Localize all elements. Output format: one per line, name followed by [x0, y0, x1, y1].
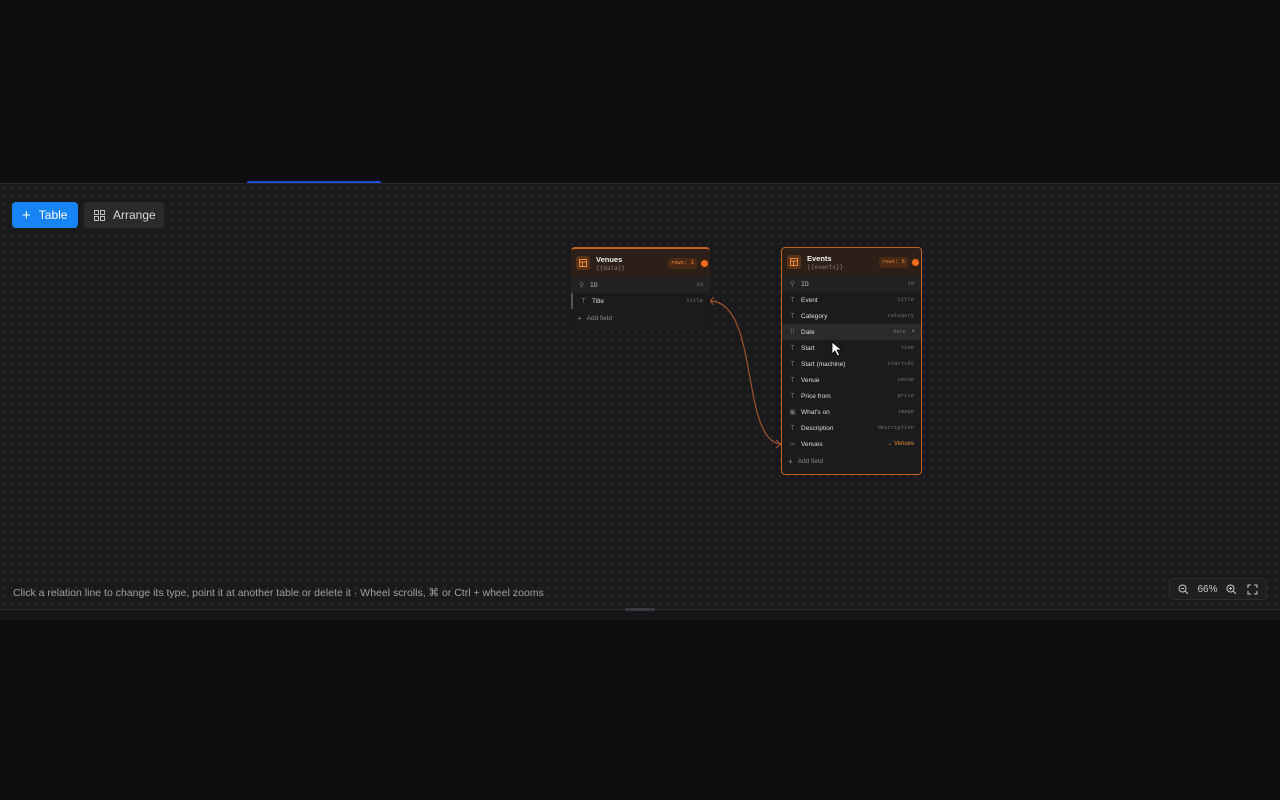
- fit-view-button[interactable]: [1245, 582, 1259, 596]
- grid-icon: [94, 209, 105, 221]
- bottom-panel: [0, 608, 1280, 800]
- field-row-venues-relation[interactable]: ∞ Venues → Venues: [782, 436, 921, 452]
- field-key: image: [897, 409, 914, 415]
- relation-icon: ∞: [790, 440, 795, 448]
- arrange-button[interactable]: Arrange: [84, 202, 164, 228]
- table-title: Events: [807, 253, 832, 263]
- image-icon: ▣: [789, 409, 796, 416]
- field-row-description[interactable]: T Description description: [782, 420, 921, 436]
- zoom-out-button[interactable]: [1176, 582, 1190, 596]
- add-field-label: Add field: [586, 314, 612, 322]
- field-row-category[interactable]: T Category category: [782, 308, 921, 324]
- field-name: What's on: [801, 408, 830, 416]
- field-key: time: [900, 345, 914, 351]
- text-icon: T: [790, 424, 795, 432]
- resize-handle[interactable]: [625, 608, 655, 611]
- zoom-level: 66%: [1197, 583, 1218, 595]
- connection-handle[interactable]: [701, 260, 708, 267]
- table-header[interactable]: Venues {{data}} rows: 1: [571, 249, 710, 277]
- fullscreen-icon: [1247, 584, 1258, 594]
- field-key: title: [897, 297, 914, 303]
- field-row-id[interactable]: ⚲ ID id: [782, 276, 921, 292]
- mouse-pointer-icon: [831, 341, 843, 357]
- text-icon: T: [790, 376, 795, 384]
- top-empty-area: [0, 0, 1280, 182]
- field-name: Description: [801, 424, 834, 432]
- table-title: Venues: [596, 254, 623, 264]
- field-name: Title: [592, 297, 605, 305]
- zoom-in-button[interactable]: [1224, 582, 1238, 596]
- field-key: id: [696, 282, 703, 288]
- connection-handle[interactable]: [912, 259, 919, 266]
- field-key: date: [892, 329, 906, 335]
- field-key: startsAt: [887, 361, 915, 367]
- key-icon: ⚲: [578, 282, 585, 289]
- field-key: price: [897, 393, 914, 399]
- field-name: Event: [801, 296, 818, 304]
- text-icon: T: [790, 360, 795, 368]
- field-name: Venues: [801, 440, 823, 448]
- field-row-event[interactable]: T Event title: [782, 292, 921, 308]
- text-icon: T: [790, 312, 795, 320]
- table-source: {{data}}: [596, 264, 625, 272]
- rows-badge: rows: 1: [667, 258, 697, 269]
- schema-canvas[interactable]: + Table Arrange Venues {{data}} rows: 1: [0, 183, 1280, 609]
- field-row-start[interactable]: T Start time: [782, 340, 921, 356]
- add-field-button[interactable]: + Add field: [782, 452, 921, 470]
- field-row-venue[interactable]: T Venue venue: [782, 372, 921, 388]
- rows-badge: rows: 6: [878, 257, 908, 268]
- field-row-price-from[interactable]: T Price from price: [782, 388, 921, 404]
- field-key: venue: [897, 377, 914, 383]
- field-key: category: [887, 313, 915, 319]
- panel-divider: [0, 610, 1280, 620]
- relation-end-marker: [709, 296, 715, 306]
- field-name: Date: [801, 328, 815, 336]
- field-row-title[interactable]: T Title title: [571, 293, 710, 309]
- field-row-date[interactable]: ⠿ Date date ×: [782, 324, 921, 340]
- relation-target[interactable]: → Venues: [886, 441, 914, 447]
- table-card-events[interactable]: Events {{events}} rows: 6 ⚲ ID id T Even…: [781, 247, 922, 475]
- zoom-in-icon: [1226, 584, 1237, 594]
- field-name: ID: [801, 280, 809, 288]
- field-row-id[interactable]: ⚲ ID id: [571, 277, 710, 293]
- add-table-button[interactable]: + Table: [12, 202, 78, 228]
- add-field-label: Add field: [797, 457, 823, 465]
- arrange-label: Arrange: [113, 208, 156, 222]
- field-name: Start: [801, 344, 815, 352]
- add-table-label: Table: [38, 208, 68, 222]
- key-icon: ⚲: [789, 281, 796, 288]
- plus-icon: +: [577, 313, 582, 323]
- field-key: id: [907, 281, 914, 287]
- zoom-out-icon: [1178, 584, 1189, 594]
- text-icon: T: [581, 297, 586, 305]
- table-icon: [787, 255, 801, 269]
- text-icon: T: [790, 296, 795, 304]
- plus-icon: +: [788, 456, 793, 466]
- canvas-hint: Click a relation line to change its type…: [13, 587, 544, 599]
- table-header[interactable]: Events {{events}} rows: 6: [782, 248, 921, 276]
- table-source: {{events}}: [807, 263, 844, 271]
- field-key: title: [686, 298, 703, 304]
- field-name: ID: [590, 281, 598, 289]
- field-name: Start (machine): [801, 360, 846, 368]
- table-icon: [576, 256, 590, 270]
- text-icon: T: [790, 392, 795, 400]
- field-name: Category: [801, 312, 828, 320]
- field-name: Price from: [801, 392, 831, 400]
- field-name: Venue: [801, 376, 820, 384]
- plus-icon: +: [22, 206, 31, 224]
- add-field-button[interactable]: + Add field: [571, 309, 710, 327]
- delete-field-icon[interactable]: ×: [911, 329, 915, 335]
- field-key: description: [877, 425, 914, 431]
- field-row-whats-on[interactable]: ▣ What's on image: [782, 404, 921, 420]
- drag-handle-icon[interactable]: ⠿: [788, 328, 797, 336]
- field-row-start-machine[interactable]: T Start (machine) startsAt: [782, 356, 921, 372]
- table-card-venues[interactable]: Venues {{data}} rows: 1 ⚲ ID id T Title …: [571, 247, 710, 330]
- text-icon: T: [790, 344, 795, 352]
- zoom-controls: 66%: [1169, 578, 1267, 600]
- relation-path: [709, 300, 783, 445]
